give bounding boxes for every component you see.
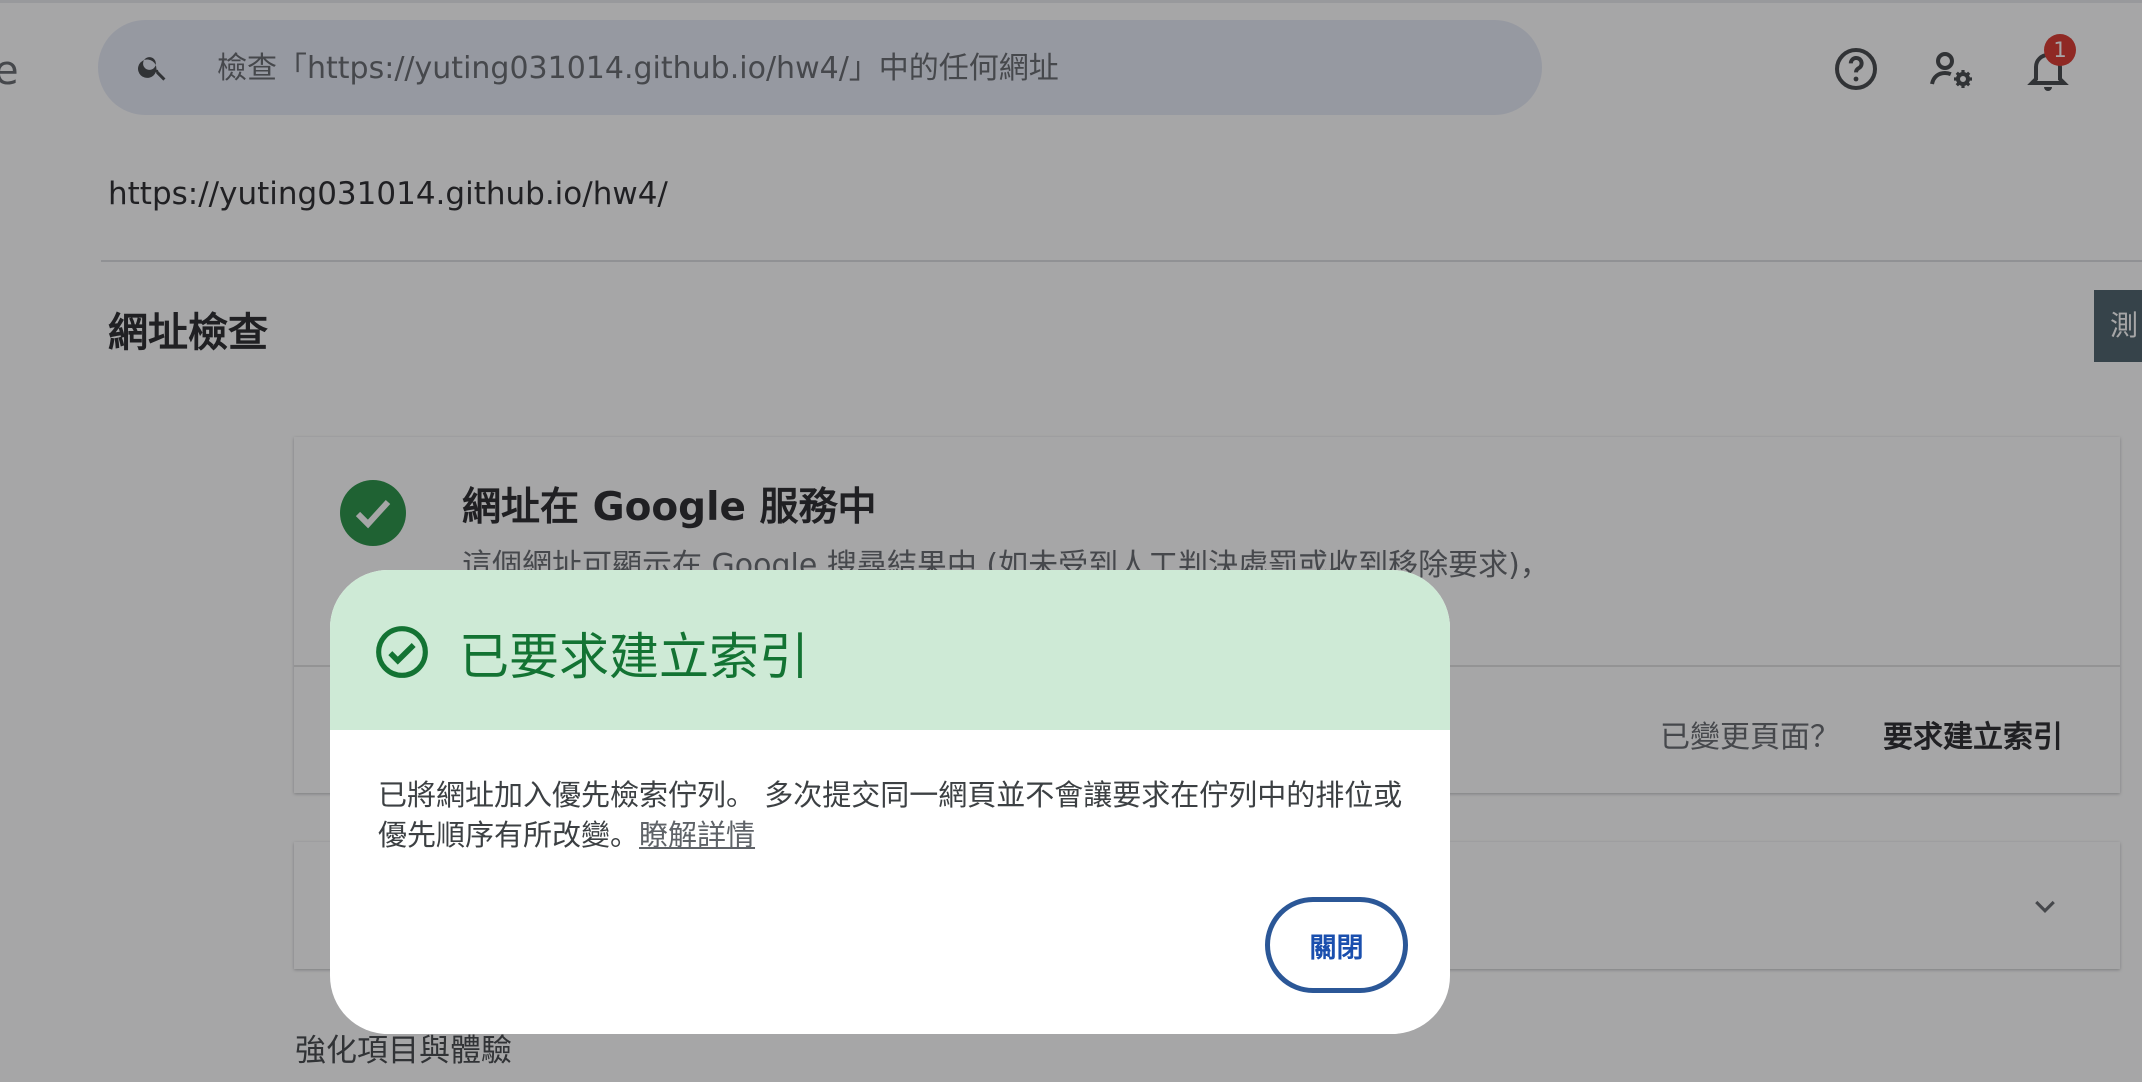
dialog-message: 已將網址加入優先檢索佇列。 多次提交同一網頁並不會讓要求在佇列中的排位或優先順序… (378, 775, 1408, 855)
check-circle-icon (376, 626, 428, 678)
search-console-page: e 1 https://yuting031014.github.io/hw4/ … (0, 0, 2142, 1082)
learn-more-link[interactable]: 瞭解詳情 (639, 818, 755, 852)
close-button[interactable]: 關閉 (1265, 897, 1408, 993)
dialog-title: 已要求建立索引 (459, 628, 809, 686)
dialog-message-text: 已將網址加入優先檢索佇列。 多次提交同一網頁並不會讓要求在佇列中的排位或優先順序… (378, 778, 1403, 852)
indexing-requested-dialog: 已要求建立索引 已將網址加入優先檢索佇列。 多次提交同一網頁並不會讓要求在佇列中… (330, 570, 1450, 1034)
dialog-header: 已要求建立索引 (330, 570, 1450, 730)
